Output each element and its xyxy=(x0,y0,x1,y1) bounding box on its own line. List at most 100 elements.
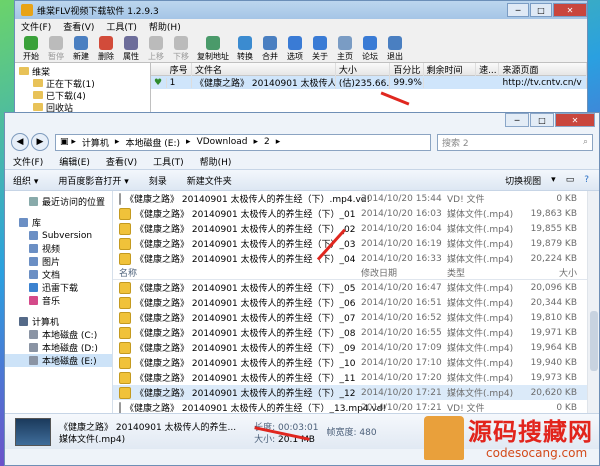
options-button[interactable]: 选项 xyxy=(283,36,307,62)
col-size[interactable]: 大小 xyxy=(523,266,577,279)
nav-item[interactable]: 图片 xyxy=(5,255,112,268)
file-size: 19,863 KB xyxy=(530,208,577,219)
downloader-titlebar[interactable]: 维棠FLV视频下载软件 1.2.9.3 ─ □ ✕ xyxy=(15,1,587,19)
search-input[interactable]: 搜索 2 ⌕ xyxy=(437,133,593,151)
new-icon xyxy=(74,36,88,50)
forum-button[interactable]: 论坛 xyxy=(358,36,382,62)
file-row[interactable]: 《健康之路》 20140901 太极传人的养生经（下）_01 2014/10/20… xyxy=(113,206,599,221)
pause-button[interactable]: 暂停 xyxy=(44,36,68,62)
file-name-cell: 《健康之路》 20140901 太极传人的养生经（下）_02 xyxy=(113,222,361,235)
col-index[interactable]: 序号 xyxy=(167,63,193,76)
menu-edit[interactable]: 编辑(E) xyxy=(59,155,90,168)
menu-file[interactable]: 文件(F) xyxy=(13,155,43,168)
nav-item[interactable]: 视频 xyxy=(5,242,112,255)
open-with-button[interactable]: 用百度影音打开 ▾ xyxy=(58,174,128,187)
nav-item[interactable]: 迅雷下载 xyxy=(5,281,112,294)
minimize-button[interactable]: ─ xyxy=(505,113,529,127)
forward-button[interactable]: ▶ xyxy=(31,133,49,151)
burn-button[interactable]: 刻录 xyxy=(149,174,167,187)
file-size: 20,344 KB xyxy=(530,297,577,308)
file-name: 《健康之路》 20140901 太极传人的养生经（下）_05 xyxy=(135,284,356,294)
file-row[interactable]: 《健康之路》 20140901 太极传人的养生经（下）_05 2014/10/20… xyxy=(113,280,599,295)
help-icon[interactable]: ? xyxy=(584,175,589,185)
menu-help[interactable]: 帮助(H) xyxy=(200,155,232,168)
minimize-button[interactable]: ─ xyxy=(507,3,529,17)
nav-item-label: 本地磁盘 (D:) xyxy=(42,344,98,354)
scrollbar-thumb[interactable] xyxy=(590,311,598,371)
maximize-button[interactable]: □ xyxy=(530,113,554,127)
nav-item[interactable]: Subversion xyxy=(5,229,112,242)
maximize-button[interactable]: □ xyxy=(530,3,552,17)
col-filename[interactable]: 文件名 xyxy=(192,63,336,76)
downloader-menubar: 文件(F) 查看(V) 工具(T) 帮助(H) xyxy=(15,19,587,33)
col-speed[interactable]: 速... xyxy=(476,63,500,76)
file-row[interactable]: 《健康之路》 20140901 太极传人的养生经（下）_03 2014/10/20… xyxy=(113,236,599,251)
view-toggle-button[interactable]: 切换视图 xyxy=(505,174,541,187)
convert-button[interactable]: 转换 xyxy=(233,36,257,62)
file-row[interactable]: 《健康之路》 20140901 太极传人的养生经（下）_10 2014/10/20… xyxy=(113,355,599,370)
breadcrumb-vdownload[interactable]: VDownload xyxy=(197,137,248,147)
copy-url-button[interactable]: 复制地址 xyxy=(194,36,232,62)
new-folder-button[interactable]: 新建文件夹 xyxy=(187,174,232,187)
file-row[interactable]: 《健康之路》 20140901 太极传人的养生经（下）_09 2014/10/20… xyxy=(113,340,599,355)
close-button[interactable]: ✕ xyxy=(555,113,595,127)
col-date[interactable]: 修改日期 xyxy=(361,266,447,279)
file-row[interactable]: 《健康之路》 20140901 太极传人的养生经（下）_06 2014/10/20… xyxy=(113,295,599,310)
menu-view[interactable]: 查看(V) xyxy=(63,20,94,33)
file-row[interactable]: 《健康之路》 20140901 太极传人的养生经（下）_12 2014/10/20… xyxy=(113,385,599,400)
organize-button[interactable]: 组织 ▾ xyxy=(13,174,38,187)
file-row[interactable]: 《健康之路》 20140901 太极传人的养生经（下）_02 2014/10/20… xyxy=(113,221,599,236)
video-file-icon xyxy=(119,356,131,369)
start-button[interactable]: 开始 xyxy=(19,36,43,62)
file-name-cell: 《健康之路》 20140901 太极传人的养生经（下）_10 xyxy=(113,356,361,369)
tree-root[interactable]: 维棠 xyxy=(19,65,146,78)
file-row[interactable]: 《健康之路》 20140901 太极传人的养生经（下）_11 2014/10/20… xyxy=(113,370,599,385)
col-size[interactable]: 大小 xyxy=(336,63,391,76)
delete-button[interactable]: 删除 xyxy=(94,36,118,62)
close-button[interactable]: ✕ xyxy=(553,3,587,17)
nav-item[interactable]: 本地磁盘 (C:) xyxy=(5,328,112,341)
nav-item[interactable]: 音乐 xyxy=(5,294,112,307)
address-bar[interactable]: ▣ ▸ 计算机 ▸ 本地磁盘 (E:) ▸ VDownload ▸ 2 ▸ xyxy=(55,133,431,151)
file-row[interactable]: 《健康之路》 20140901 太极传人的养生经（下）.mp4.vd! 2014/… xyxy=(113,191,599,206)
about-button[interactable]: 关于 xyxy=(308,36,332,62)
nav-item-icon xyxy=(29,270,38,279)
file-row[interactable]: 《健康之路》 20140901 太极传人的养生经（下）_07 2014/10/20… xyxy=(113,310,599,325)
breadcrumb-computer[interactable]: 计算机 xyxy=(82,136,109,149)
col-remaining[interactable]: 剩余时间 xyxy=(424,63,477,76)
download-row[interactable]: ♥ 1 《健康之路》 20140901 太极传人的... (估)235.66..… xyxy=(151,76,587,89)
file-row[interactable]: 《健康之路》 20140901 太极传人的养生经（下）_08 2014/10/20… xyxy=(113,325,599,340)
nav-item[interactable]: 文档 xyxy=(5,268,112,281)
col-source[interactable]: 来源页面 xyxy=(499,63,587,76)
menu-help[interactable]: 帮助(H) xyxy=(149,20,181,33)
tree-item-downloading[interactable]: 正在下载(1) xyxy=(19,77,146,90)
move-down-button[interactable]: 下移 xyxy=(169,36,193,62)
menu-tools[interactable]: 工具(T) xyxy=(106,20,137,33)
nav-item[interactable]: 本地磁盘 (D:) xyxy=(5,341,112,354)
nav-item[interactable]: 库 xyxy=(5,216,112,229)
new-button[interactable]: 新建 xyxy=(69,36,93,62)
merge-button[interactable]: 合并 xyxy=(258,36,282,62)
exit-button[interactable]: 退出 xyxy=(383,36,407,62)
back-button[interactable]: ◀ xyxy=(11,133,29,151)
tree-item-downloaded[interactable]: 已下载(4) xyxy=(19,89,146,102)
breadcrumb-drive-e[interactable]: 本地磁盘 (E:) xyxy=(125,136,180,149)
move-up-button[interactable]: 上移 xyxy=(144,36,168,62)
col-name[interactable]: 名称 xyxy=(113,266,361,279)
file-size: 0 KB xyxy=(556,193,577,204)
col-type[interactable]: 类型 xyxy=(447,266,523,279)
preview-pane-icon[interactable]: ▭ xyxy=(566,175,575,185)
view-dropdown-button[interactable]: ▾ xyxy=(551,175,556,185)
menu-file[interactable]: 文件(F) xyxy=(21,20,51,33)
vertical-scrollbar[interactable] xyxy=(587,191,599,413)
homepage-button[interactable]: 主页 xyxy=(333,36,357,62)
menu-view[interactable]: 查看(V) xyxy=(106,155,137,168)
nav-item[interactable]: 最近访问的位置 xyxy=(5,195,112,208)
properties-button[interactable]: 属性 xyxy=(119,36,143,62)
col-percent[interactable]: 百分比 xyxy=(390,63,424,76)
menu-tools[interactable]: 工具(T) xyxy=(153,155,184,168)
file-row[interactable]: 《健康之路》 20140901 太极传人的养生经（下）_04 2014/10/20… xyxy=(113,251,599,266)
breadcrumb-2[interactable]: 2 xyxy=(264,137,270,147)
nav-item[interactable]: 本地磁盘 (E:) xyxy=(5,354,112,367)
nav-item[interactable]: 计算机 xyxy=(5,315,112,328)
